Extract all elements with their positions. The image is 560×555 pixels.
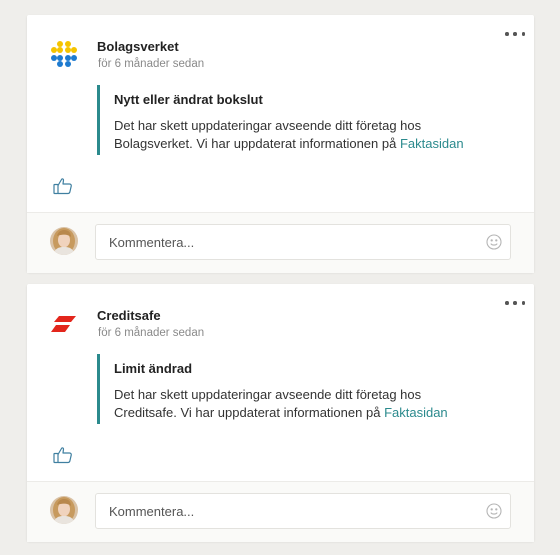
post-timestamp: för 6 månader sedan <box>98 58 205 70</box>
faktasidan-link[interactable]: Faktasidan <box>400 136 464 151</box>
update-title: Nytt eller ändrat bokslut <box>114 92 263 107</box>
update-text-line: Bolagsverket. Vi har uppdaterat informat… <box>114 136 397 151</box>
comment-placeholder: Kommentera... <box>109 235 195 250</box>
thumbs-up-icon[interactable] <box>53 446 73 464</box>
update-block: Limit ändrad Det har skett uppdateringar… <box>97 354 497 424</box>
update-text-line: Creditsafe. Vi har uppdaterat informatio… <box>114 405 381 420</box>
user-avatar <box>50 496 78 524</box>
smiley-icon[interactable] <box>486 503 502 519</box>
update-text: Det har skett uppdateringar avseende dit… <box>114 117 514 153</box>
comment-area: Kommentera... <box>27 212 534 273</box>
creditsafe-logo <box>51 316 76 332</box>
feed-post: Bolagsverket för 6 månader sedan Nytt el… <box>27 15 534 273</box>
comment-area: Kommentera... <box>27 481 534 542</box>
comment-input[interactable]: Kommentera... <box>95 224 511 260</box>
org-name: Creditsafe <box>97 308 161 323</box>
update-title: Limit ändrad <box>114 361 193 376</box>
update-text-line: Det har skett uppdateringar avseende dit… <box>114 387 422 402</box>
update-text: Det har skett uppdateringar avseende dit… <box>114 386 514 422</box>
smiley-icon[interactable] <box>486 234 502 250</box>
more-options-icon[interactable] <box>505 27 525 41</box>
feed-post: Creditsafe för 6 månader sedan Limit änd… <box>27 284 534 542</box>
comment-input[interactable]: Kommentera... <box>95 493 511 529</box>
comment-placeholder: Kommentera... <box>109 504 195 519</box>
update-block: Nytt eller ändrat bokslut Det har skett … <box>97 85 497 155</box>
org-name: Bolagsverket <box>97 39 179 54</box>
activity-feed: Bolagsverket för 6 månader sedan Nytt el… <box>0 0 560 555</box>
more-options-icon[interactable] <box>505 296 525 310</box>
thumbs-up-icon[interactable] <box>53 177 73 195</box>
user-avatar <box>50 227 78 255</box>
post-timestamp: för 6 månader sedan <box>98 327 205 339</box>
update-text-line: Det har skett uppdateringar avseende dit… <box>114 118 422 133</box>
faktasidan-link[interactable]: Faktasidan <box>384 405 448 420</box>
bolagsverket-logo <box>51 41 77 67</box>
